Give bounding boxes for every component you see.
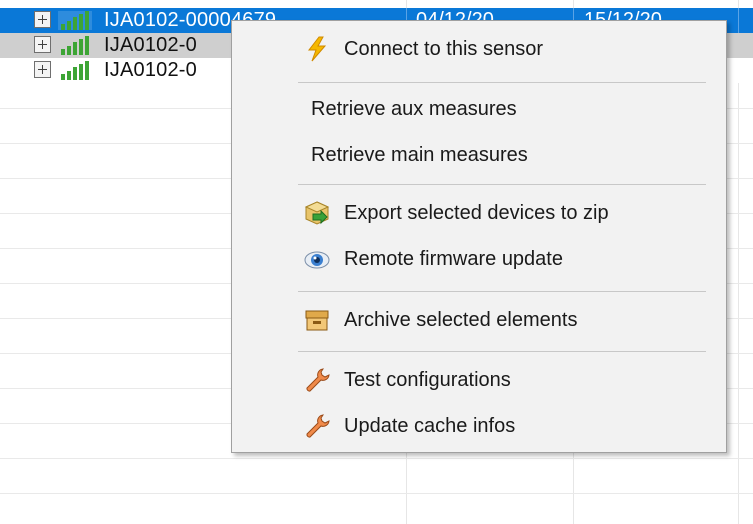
archive-box-icon [305,310,329,331]
menu-separator [298,291,706,292]
wrench-icon [306,414,330,438]
menu-item-retrieve-main[interactable]: Retrieve main measures [234,135,724,175]
wrench-icon [306,368,330,392]
lightning-icon [307,36,327,62]
menu-item-retrieve-aux[interactable]: Retrieve aux measures [234,89,724,129]
signal-strength-icon [61,61,89,80]
row-divider [0,493,753,494]
eye-icon [304,251,330,269]
export-zip-icon [304,201,330,225]
menu-separator [298,82,706,83]
menu-separator [298,351,706,352]
menu-separator [298,184,706,185]
device-id-cell: IJA0102-0 [104,34,197,56]
expand-plus-icon[interactable] [34,11,51,28]
menu-item-label: Retrieve aux measures [311,98,517,120]
row-divider [0,458,753,459]
signal-strength-icon [58,11,92,30]
expand-plus-icon[interactable] [34,61,51,78]
menu-item-label: Retrieve main measures [311,144,528,166]
menu-item-label: Update cache infos [344,415,516,437]
menu-item-label: Archive selected elements [344,309,578,331]
menu-item-update-cache[interactable]: Update cache infos [234,406,724,446]
menu-item-label: Export selected devices to zip [344,202,609,224]
context-menu: Connect to this sensor Retrieve aux meas… [231,20,727,453]
signal-strength-icon [61,36,89,55]
menu-item-label: Connect to this sensor [344,38,543,60]
menu-item-test-configurations[interactable]: Test configurations [234,360,724,400]
menu-item-export-zip[interactable]: Export selected devices to zip [234,193,724,233]
menu-item-archive[interactable]: Archive selected elements [234,300,724,340]
expand-plus-icon[interactable] [34,36,51,53]
menu-item-connect-sensor[interactable]: Connect to this sensor [234,29,724,69]
menu-item-label: Remote firmware update [344,248,563,270]
menu-item-label: Test configurations [344,369,511,391]
device-id-cell: IJA0102-0 [104,59,197,81]
menu-item-firmware-update[interactable]: Remote firmware update [234,239,724,279]
